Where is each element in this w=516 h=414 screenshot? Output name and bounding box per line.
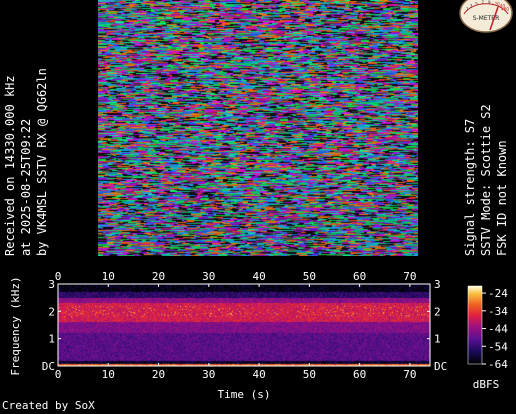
s-meter-scale-number: 7 (481, 0, 484, 5)
x-tick-label: 0 (55, 368, 62, 381)
reception-line-3: by VK4MSL SSTV RX @ QG62ln (35, 68, 49, 256)
y-tick-label: 1 (48, 333, 55, 346)
spectrogram-heatmap (58, 284, 430, 366)
y-tick-label-right: 1 (434, 333, 441, 346)
x-tick-label: 40 (252, 368, 265, 381)
sstv-mode-label: SSTV Mode: Scottie S2 (479, 104, 493, 256)
created-by-credit: Created by SoX (2, 399, 95, 412)
colorbar-label: dBFS (473, 378, 500, 391)
colorbar-tick-label: -64 (488, 358, 508, 371)
y-tick-label: 3 (48, 278, 55, 291)
y-tick-label: DC (42, 360, 55, 373)
y-tick-label-right: DC (434, 360, 447, 373)
x-tick-label: 50 (303, 270, 316, 283)
s-meter-icon: 13 5 7 9 +20+40+60 S-METER (459, 0, 513, 33)
y-tick-label: 2 (48, 305, 55, 318)
colorbar-tick-label: -34 (488, 305, 508, 318)
colorbar-tick-label: -44 (488, 323, 508, 336)
x-tick-label: 50 (303, 368, 316, 381)
y-tick-label-right: 2 (434, 305, 441, 318)
x-tick-label: 20 (152, 368, 165, 381)
colorbar-ticks: -24 -34 -44 -54 -64 (482, 287, 508, 371)
s-meter-scale-number: 5 (475, 1, 478, 6)
y-tick-label-right: 3 (434, 278, 441, 291)
fsk-id-label: FSK ID not Known (495, 140, 509, 256)
x-tick-label: 60 (353, 368, 366, 381)
reception-line-2: at 2025-08-25T09:22 (19, 118, 33, 256)
x-tick-label: 70 (403, 270, 416, 283)
spectrogram-panel: 0 0 10 10 20 20 30 30 40 40 50 50 60 60 70 70 DC DC 1 1 2 2 3… (9, 270, 508, 401)
y-axis-title: Frequency (kHz) (9, 276, 22, 375)
x-tick-label: 10 (102, 368, 115, 381)
x-tick-label: 10 (102, 270, 115, 283)
x-tick-label: 70 (403, 368, 416, 381)
sstv-decoded-image (98, 0, 418, 256)
colorbar (467, 285, 483, 365)
x-tick-label: 0 (55, 270, 62, 283)
s-meter-scale-number: +60 (500, 7, 509, 12)
x-axis-title: Time (s) (218, 388, 271, 401)
page: Received on 14330.000 kHz at 2025-08-25T… (0, 0, 516, 414)
s-meter-scale-number: 1 (466, 7, 469, 12)
reception-line-1: Received on 14330.000 kHz (3, 75, 17, 256)
x-tick-label: 40 (252, 270, 265, 283)
s-meter-scale-number: 3 (470, 4, 473, 9)
signal-strength-label: Signal strength: S7 (463, 118, 477, 256)
x-tick-label: 30 (202, 270, 215, 283)
x-tick-label: 20 (152, 270, 165, 283)
x-tick-label: 30 (202, 368, 215, 381)
colorbar-tick-label: -54 (488, 340, 508, 353)
colorbar-tick-label: -24 (488, 287, 508, 300)
x-tick-label: 60 (353, 270, 366, 283)
